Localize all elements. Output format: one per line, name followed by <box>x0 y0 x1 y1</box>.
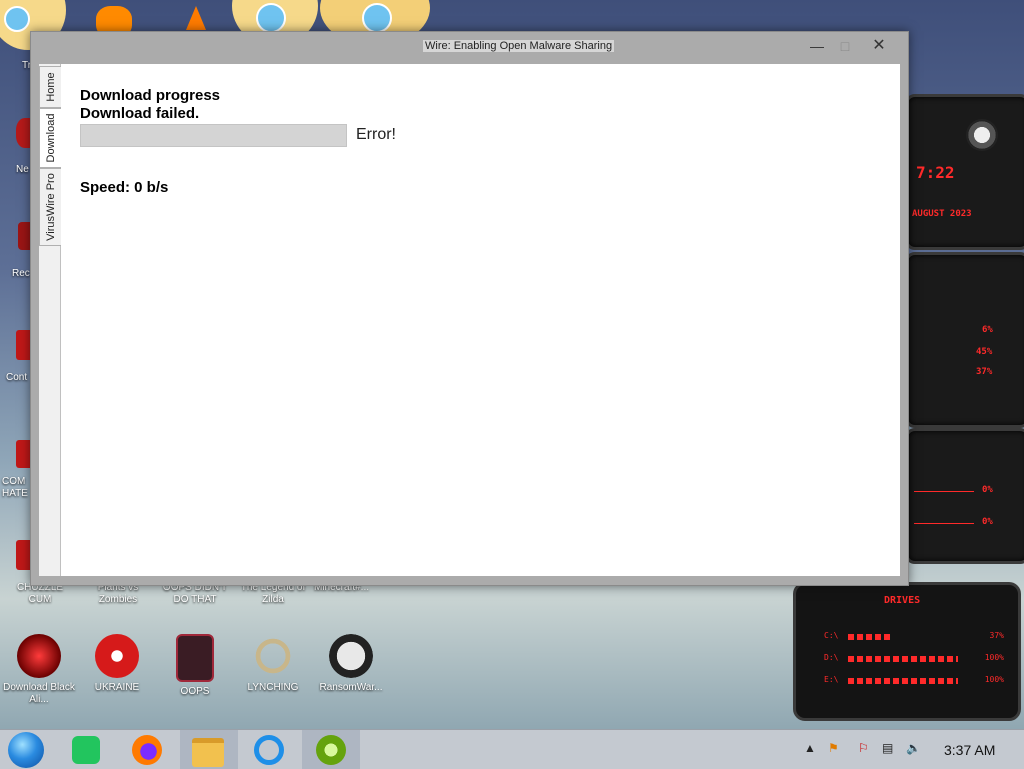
drive-pct: 37% <box>989 631 1004 640</box>
drive-bar <box>848 656 958 662</box>
desktop-icon-download-black-alien[interactable]: Download Black Ali... <box>2 634 76 706</box>
system-pct: 37% <box>976 367 993 377</box>
taskbar-clock[interactable]: 3:37 AM <box>944 742 995 758</box>
system-pct: 6% <box>982 325 993 335</box>
flag-icon[interactable]: ⚑ <box>828 741 839 755</box>
app-window: Wire: Enabling Open Malware Sharing — □ … <box>30 31 909 586</box>
tab-viruswire-pro[interactable]: VirusWire Pro <box>39 168 62 246</box>
noose-icon <box>251 634 295 678</box>
title-bar[interactable]: Wire: Enabling Open Malware Sharing — □ … <box>31 32 908 62</box>
drive-row: D:\ 100% <box>824 653 1004 665</box>
desktop-icon-ransomware[interactable]: RansomWar... <box>314 634 388 694</box>
desktop-icon-label: RansomWar... <box>319 682 383 693</box>
drives-title: DRIVES <box>884 595 921 606</box>
drive-label: D:\ <box>824 653 839 662</box>
drive-pct: 100% <box>984 653 1004 662</box>
wallpaper-cartoon-eye <box>4 6 30 32</box>
drive-label: C:\ <box>824 631 839 640</box>
desktop-icon-label: LYNCHING <box>247 682 299 693</box>
alien-logo-icon <box>966 119 998 151</box>
download-panel: Download progress Download failed. Error… <box>61 64 900 576</box>
drive-row: C:\ 37% <box>824 631 1004 643</box>
drive-pct: 100% <box>984 675 1004 684</box>
tab-home[interactable]: Home <box>39 66 62 108</box>
download-status: Download failed. <box>80 105 200 122</box>
close-button[interactable]: ✕ <box>865 36 893 56</box>
minimize-button[interactable]: — <box>803 36 831 56</box>
firefox-icon[interactable] <box>118 730 176 769</box>
error-label: Error! <box>356 126 396 143</box>
tab-label: Download <box>44 113 57 163</box>
tab-download[interactable]: Download <box>39 108 62 168</box>
desktop-icon-label: UKRAINE <box>94 682 140 693</box>
vertical-tab-strip: Home Download VirusWire Pro <box>39 64 62 576</box>
desktop-icon-label-partial: Rec <box>12 268 30 279</box>
tab-label: Home <box>44 72 57 102</box>
desktop-icon-label: Download Black Ali... <box>3 682 75 705</box>
network-pct: 0% <box>982 517 993 527</box>
wallpaper-cartoon-eye <box>362 3 392 33</box>
network-pct: 0% <box>982 485 993 495</box>
desktop-icon-oops[interactable]: OOPS <box>158 634 232 698</box>
gadget-time: 7:22 <box>916 163 955 182</box>
action-center-icon[interactable]: ⚐ <box>858 741 869 755</box>
desktop-icon-label-partial: Ne <box>16 164 29 175</box>
internet-explorer-icon[interactable] <box>240 730 298 769</box>
desktop-icon-lynching[interactable]: LYNCHING <box>236 634 310 694</box>
clock-gadget[interactable]: 7:22 AUGUST 2023 <box>905 94 1024 250</box>
network-icon[interactable]: ▤ <box>882 741 893 755</box>
wallpaper-cartoon-eye <box>256 3 286 33</box>
desktop-icon-label: OOPS <box>180 686 210 697</box>
file-explorer-icon[interactable] <box>180 730 238 769</box>
drive-row: E:\ 100% <box>824 675 1004 687</box>
oops-app-icon <box>176 634 214 682</box>
drive-bar <box>848 678 958 684</box>
chevron-up-icon[interactable]: ▲ <box>804 741 816 755</box>
skull-icon <box>329 634 373 678</box>
network-graph-line <box>914 491 974 492</box>
network-graph-line <box>914 523 974 524</box>
system-pct: 45% <box>976 347 993 357</box>
gadget-date: AUGUST 2023 <box>912 209 972 219</box>
drive-bar <box>848 634 890 640</box>
desktop-icon-label-partial: Cont <box>6 372 28 383</box>
start-orb-icon[interactable] <box>8 732 44 768</box>
drive-label: E:\ <box>824 675 839 684</box>
network-gadget[interactable]: 0% 0% <box>905 428 1024 564</box>
window-title: Wire: Enabling Open Malware Sharing <box>423 40 615 52</box>
download-progress-bar <box>80 124 347 147</box>
volume-icon[interactable]: 🔈 <box>906 741 921 755</box>
alien-red-icon <box>17 634 61 678</box>
notes-app-icon[interactable] <box>58 730 116 769</box>
maximize-button[interactable]: □ <box>831 36 859 56</box>
system-gadget[interactable]: 6% 45% 37% <box>905 252 1024 428</box>
lime-app-icon[interactable] <box>302 730 360 769</box>
taskbar: ▲ ⚑ ⚐ ▤ 🔈 3:37 AM <box>0 729 1024 769</box>
desktop-icon-label-partial: COM HATE <box>2 476 28 499</box>
speed-label: Speed: 0 b/s <box>80 179 169 196</box>
drives-gadget[interactable]: DRIVES C:\ 37% D:\ 100% E:\ 100% <box>793 582 1021 721</box>
radiation-icon <box>95 634 139 678</box>
download-heading: Download progress <box>80 87 221 104</box>
desktop-icon-ukraine[interactable]: UKRAINE <box>80 634 154 694</box>
tab-label: VirusWire Pro <box>44 173 57 241</box>
vlc-desktop-icon[interactable] <box>186 6 206 30</box>
